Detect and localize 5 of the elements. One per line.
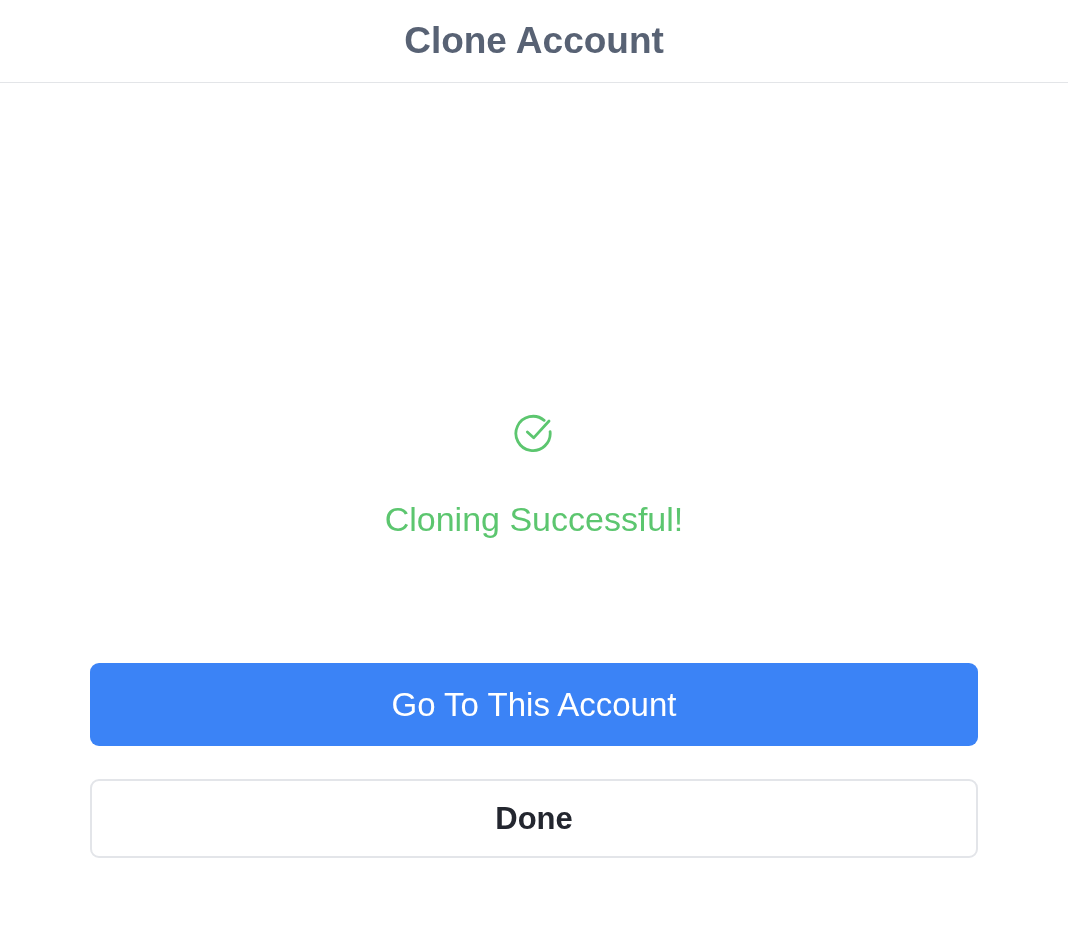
check-circle-icon [513,413,555,455]
done-button[interactable]: Done [90,779,978,858]
dialog-title: Clone Account [404,20,664,62]
go-to-account-button[interactable]: Go To This Account [90,663,978,746]
status-message: Cloning Successful! [384,499,684,539]
